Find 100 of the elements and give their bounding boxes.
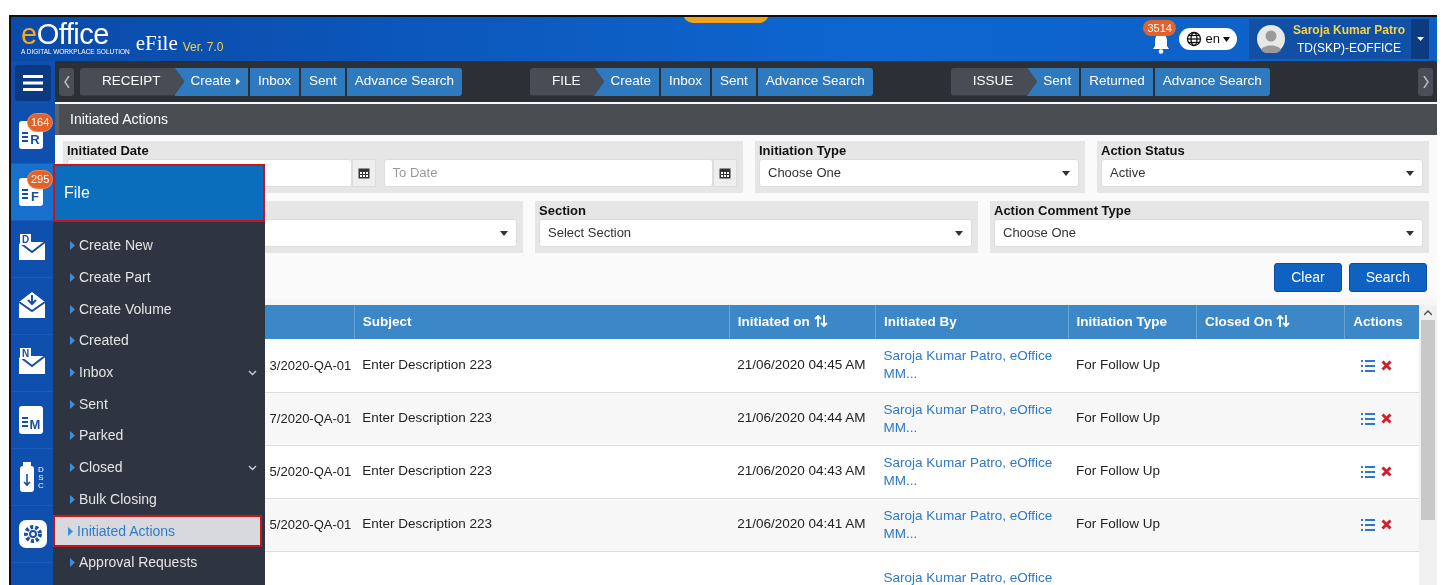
chevron-left-icon xyxy=(63,76,70,89)
dropdown-caret-icon xyxy=(1062,170,1070,176)
table-cell: For Follow Up xyxy=(1076,463,1161,479)
user-link[interactable]: Saroja Kumar Patro, eOffice MM... xyxy=(883,506,1061,543)
chevron-up-icon xyxy=(1424,310,1432,316)
action-button[interactable]: Search xyxy=(1348,263,1427,292)
rail-item[interactable]: F 295 xyxy=(11,164,55,221)
page-title: Initiated Actions xyxy=(55,104,1437,135)
caret-icon xyxy=(70,241,75,251)
menu-item[interactable]: Create Volume xyxy=(57,293,265,326)
menu-item[interactable]: Create New xyxy=(57,230,265,262)
delete-icon[interactable] xyxy=(1380,360,1392,372)
list-icon[interactable] xyxy=(1360,518,1375,531)
field-label: Initiation Type xyxy=(759,143,848,159)
menu-icon xyxy=(23,74,43,92)
menu-item[interactable]: Closed xyxy=(57,451,265,484)
caret-icon xyxy=(70,336,75,346)
user-name: Saroja Kumar Patro xyxy=(1292,22,1405,39)
menu-button[interactable] xyxy=(15,65,51,101)
scroll-left-button[interactable] xyxy=(59,67,74,96)
table-cell: 21/06/2020 04:43 AM xyxy=(737,463,866,479)
caret-icon xyxy=(1222,36,1230,42)
select-field[interactable]: Select Section xyxy=(539,219,972,247)
scrollbar-thumb[interactable] xyxy=(1421,320,1435,520)
scrollbar[interactable] xyxy=(1419,305,1437,585)
app-name: eFile xyxy=(135,30,178,58)
caret-icon xyxy=(70,304,75,314)
list-icon[interactable] xyxy=(1360,359,1375,372)
column-header: Initiation Type xyxy=(1068,305,1197,339)
table-cell: Enter Description 223 xyxy=(362,357,493,373)
caret-icon xyxy=(68,526,73,536)
column-header: Subject xyxy=(354,305,730,339)
delete-icon[interactable] xyxy=(1380,466,1392,478)
caret-icon xyxy=(1416,37,1424,41)
dropdown-caret-icon xyxy=(1406,230,1414,236)
scroll-right-button[interactable] xyxy=(1418,67,1433,96)
calendar-icon xyxy=(357,167,370,179)
dropdown-caret-icon xyxy=(1406,170,1414,176)
field-label: Action Comment Type xyxy=(994,203,1132,219)
toolbar-link[interactable]: Sent xyxy=(710,67,756,96)
app-logo: eOffice xyxy=(21,21,109,48)
user-role: TD(SKP)-EOFFICE xyxy=(1295,40,1402,57)
user-link[interactable]: Saroja Kumar Patro, eOffice MM... xyxy=(883,400,1061,437)
table-cell: For Follow Up xyxy=(1076,357,1161,373)
chevron-right-icon xyxy=(1422,76,1429,89)
count-badge: 164 xyxy=(27,113,54,132)
table-cell: Enter Description 223 xyxy=(362,410,493,426)
select-field[interactable]: Choose One xyxy=(994,219,1423,247)
calendar-button[interactable] xyxy=(351,159,376,187)
action-button[interactable]: Clear xyxy=(1274,263,1342,292)
dropdown-caret-icon xyxy=(500,230,508,236)
column-header[interactable]: Closed On xyxy=(1196,305,1345,339)
select-field[interactable]: Active xyxy=(1101,159,1423,187)
menu-item[interactable]: Create Part xyxy=(57,261,265,294)
toolbar-link[interactable]: Create xyxy=(174,67,249,96)
select-field[interactable]: Choose One xyxy=(759,159,1079,187)
list-icon[interactable] xyxy=(1360,465,1375,478)
delete-icon[interactable] xyxy=(1380,413,1392,425)
menu-item[interactable]: Inbox xyxy=(57,356,265,389)
menu-title: File xyxy=(53,164,265,222)
field-label: Initiated Date xyxy=(67,143,150,159)
caret-icon xyxy=(70,494,75,504)
toolbar-link[interactable]: Create xyxy=(594,67,659,96)
table-cell: 3/2020-QA-01 xyxy=(269,357,352,373)
toolbar-link[interactable]: Advance Search xyxy=(755,67,873,96)
toolbar-link[interactable]: Advance Search xyxy=(344,67,462,96)
caret-icon xyxy=(70,558,75,568)
table-cell: 21/06/2020 04:41 AM xyxy=(737,516,866,532)
toolbar-link[interactable]: Advance Search xyxy=(1152,67,1270,96)
table-cell: 5/2020-QA-01 xyxy=(269,463,352,479)
caret-icon xyxy=(70,431,75,441)
toolbar-link[interactable]: Returned xyxy=(1079,67,1153,96)
language-selector[interactable]: en xyxy=(1179,28,1237,50)
toolbar-link[interactable]: Inbox xyxy=(248,67,300,96)
app-version: Ver. 7.0 xyxy=(182,39,224,56)
toolbar-link[interactable]: Inbox xyxy=(658,67,710,96)
delete-icon[interactable] xyxy=(1380,519,1392,531)
dropdown-caret-icon xyxy=(955,230,963,236)
table-cell: 21/06/2020 04:44 AM xyxy=(737,410,866,426)
table-cell: 21/06/2020 04:45 AM xyxy=(737,357,866,373)
table-cell: For Follow Up xyxy=(1076,410,1161,426)
user-menu-button[interactable] xyxy=(1411,19,1429,59)
toolbar-link[interactable]: Sent xyxy=(1027,67,1080,96)
table-cell: Enter Description 223 xyxy=(362,516,493,532)
column-header: Initiated By xyxy=(875,305,1069,339)
caret-icon xyxy=(70,463,75,473)
table-cell: 7/2020-QA-01 xyxy=(269,410,352,426)
caret-icon xyxy=(70,399,75,409)
column-header[interactable]: Initiated on xyxy=(729,305,876,339)
notification-count: 3514 xyxy=(1143,20,1176,36)
table-cell: Enter Description 223 xyxy=(362,463,493,479)
field-label: Action Status xyxy=(1101,143,1186,159)
toolbar-link[interactable]: Sent xyxy=(299,67,345,96)
calendar-icon xyxy=(719,167,731,179)
table-cell: For Follow Up xyxy=(1076,516,1161,532)
globe-icon xyxy=(1186,31,1203,47)
list-icon[interactable] xyxy=(1360,412,1375,425)
table-cell: 5/2020-QA-01 xyxy=(269,516,352,532)
calendar-button[interactable] xyxy=(713,159,737,187)
count-badge: 295 xyxy=(27,170,54,189)
